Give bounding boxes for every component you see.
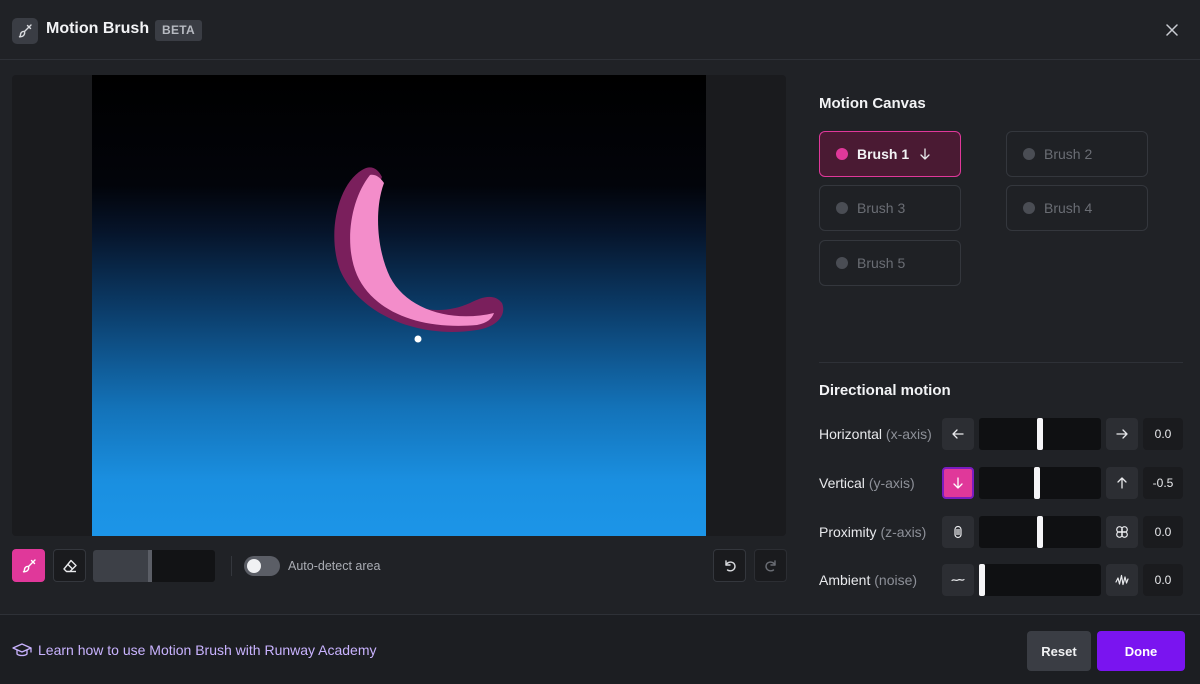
brush-tool-button[interactable] xyxy=(12,549,45,582)
motion-label: Ambient (noise) xyxy=(819,572,918,588)
high-noise-icon xyxy=(1115,574,1129,586)
section-divider xyxy=(819,362,1183,363)
brush-label: Brush 1 xyxy=(857,146,910,162)
undo-icon xyxy=(724,559,736,571)
toolbar-divider xyxy=(231,556,232,576)
brush-size-slider[interactable] xyxy=(93,550,215,582)
move-down-button[interactable] xyxy=(942,467,974,499)
brush-3-button[interactable]: Brush 3 xyxy=(819,185,961,231)
low-noise-icon xyxy=(951,578,965,582)
brush-color-dot xyxy=(836,202,848,214)
arrow-up-icon xyxy=(1117,477,1127,489)
brush-size-handle[interactable] xyxy=(148,550,153,582)
modal-header: Motion Brush BETA xyxy=(0,0,1200,60)
modal-body: Auto-detect area Motion Canvas Brush 1 B… xyxy=(0,60,1200,614)
move-up-button[interactable] xyxy=(1106,467,1138,499)
eraser-tool-button[interactable] xyxy=(53,549,86,582)
undo-button[interactable] xyxy=(713,549,746,582)
brush-icon xyxy=(22,558,36,573)
arrow-down-icon xyxy=(953,477,963,489)
ambient-motion-row: Ambient (noise) 0.0 xyxy=(819,564,1183,596)
brush-toolbar: Auto-detect area xyxy=(12,549,787,583)
brush-color-dot xyxy=(836,148,848,160)
arrow-right-icon xyxy=(1116,429,1128,439)
more-noise-button[interactable] xyxy=(1106,564,1138,596)
reset-button[interactable]: Reset xyxy=(1027,631,1091,671)
brush-color-dot xyxy=(1023,202,1035,214)
brush-color-dot xyxy=(836,257,848,269)
arrow-down-icon xyxy=(919,148,931,160)
proximity-motion-row: Proximity (z-axis) 0.0 xyxy=(819,516,1183,548)
close-button[interactable] xyxy=(1160,18,1184,42)
directional-motion-title: Directional motion xyxy=(819,382,951,399)
brush-label: Brush 3 xyxy=(857,200,906,216)
vertical-value[interactable]: -0.5 xyxy=(1143,467,1183,499)
motion-label: Horizontal (x-axis) xyxy=(819,426,932,442)
motion-label: Vertical (y-axis) xyxy=(819,475,915,491)
modal-footer: Learn how to use Motion Brush with Runwa… xyxy=(0,614,1200,684)
brush-color-dot xyxy=(1023,148,1035,160)
expand-icon xyxy=(1116,526,1128,538)
toggle-knob xyxy=(247,559,261,573)
motion-canvas-image[interactable] xyxy=(92,75,706,536)
runway-academy-link[interactable]: Learn how to use Motion Brush with Runwa… xyxy=(12,642,377,658)
learn-link-text: Learn how to use Motion Brush with Runwa… xyxy=(38,642,377,658)
horizontal-motion-row: Horizontal (x-axis) 0.0 xyxy=(819,418,1183,450)
horizontal-slider[interactable] xyxy=(979,418,1101,450)
eraser-icon xyxy=(62,559,77,572)
proximity-slider[interactable] xyxy=(979,516,1101,548)
close-icon xyxy=(1166,24,1178,36)
brush-1-button[interactable]: Brush 1 xyxy=(819,131,961,177)
move-right-button[interactable] xyxy=(1106,418,1138,450)
motion-canvas-title: Motion Canvas xyxy=(819,95,926,112)
move-farther-button[interactable] xyxy=(942,516,974,548)
move-left-button[interactable] xyxy=(942,418,974,450)
brush-label: Brush 2 xyxy=(1044,146,1093,162)
brush-size-fill xyxy=(93,550,151,582)
slider-handle[interactable] xyxy=(1037,516,1043,548)
move-closer-button[interactable] xyxy=(1106,516,1138,548)
proximity-value[interactable]: 0.0 xyxy=(1143,516,1183,548)
canvas-frame xyxy=(12,75,786,536)
redo-button[interactable] xyxy=(754,549,787,582)
motion-label: Proximity (z-axis) xyxy=(819,524,927,540)
brush-5-button[interactable]: Brush 5 xyxy=(819,240,961,286)
less-noise-button[interactable] xyxy=(942,564,974,596)
slider-handle[interactable] xyxy=(1033,467,1040,499)
motion-point xyxy=(414,335,422,343)
slider-handle[interactable] xyxy=(1037,418,1043,450)
brush-2-button[interactable]: Brush 2 xyxy=(1006,131,1148,177)
settings-panel: Motion Canvas Brush 1 Brush 2 Brush 3 Br… xyxy=(819,60,1183,614)
vertical-motion-row: Vertical (y-axis) -0.5 xyxy=(819,467,1183,499)
vertical-slider[interactable] xyxy=(979,467,1101,499)
graduation-cap-icon xyxy=(12,643,32,657)
auto-detect-label: Auto-detect area xyxy=(288,559,381,573)
brush-label: Brush 4 xyxy=(1044,200,1093,216)
beta-badge: BETA xyxy=(155,20,202,41)
modal-title: Motion Brush xyxy=(46,20,150,37)
brush-icon xyxy=(12,18,38,44)
auto-detect-toggle[interactable] xyxy=(244,556,280,576)
redo-icon xyxy=(764,559,776,571)
brush-4-button[interactable]: Brush 4 xyxy=(1006,185,1148,231)
ambient-value[interactable]: 0.0 xyxy=(1143,564,1183,596)
shrink-icon xyxy=(954,525,962,539)
horizontal-value[interactable]: 0.0 xyxy=(1143,418,1183,450)
slider-handle[interactable] xyxy=(979,564,985,596)
arrow-left-icon xyxy=(952,429,964,439)
brush-label: Brush 5 xyxy=(857,255,906,271)
done-button[interactable]: Done xyxy=(1097,631,1185,671)
ambient-slider[interactable] xyxy=(979,564,1101,596)
